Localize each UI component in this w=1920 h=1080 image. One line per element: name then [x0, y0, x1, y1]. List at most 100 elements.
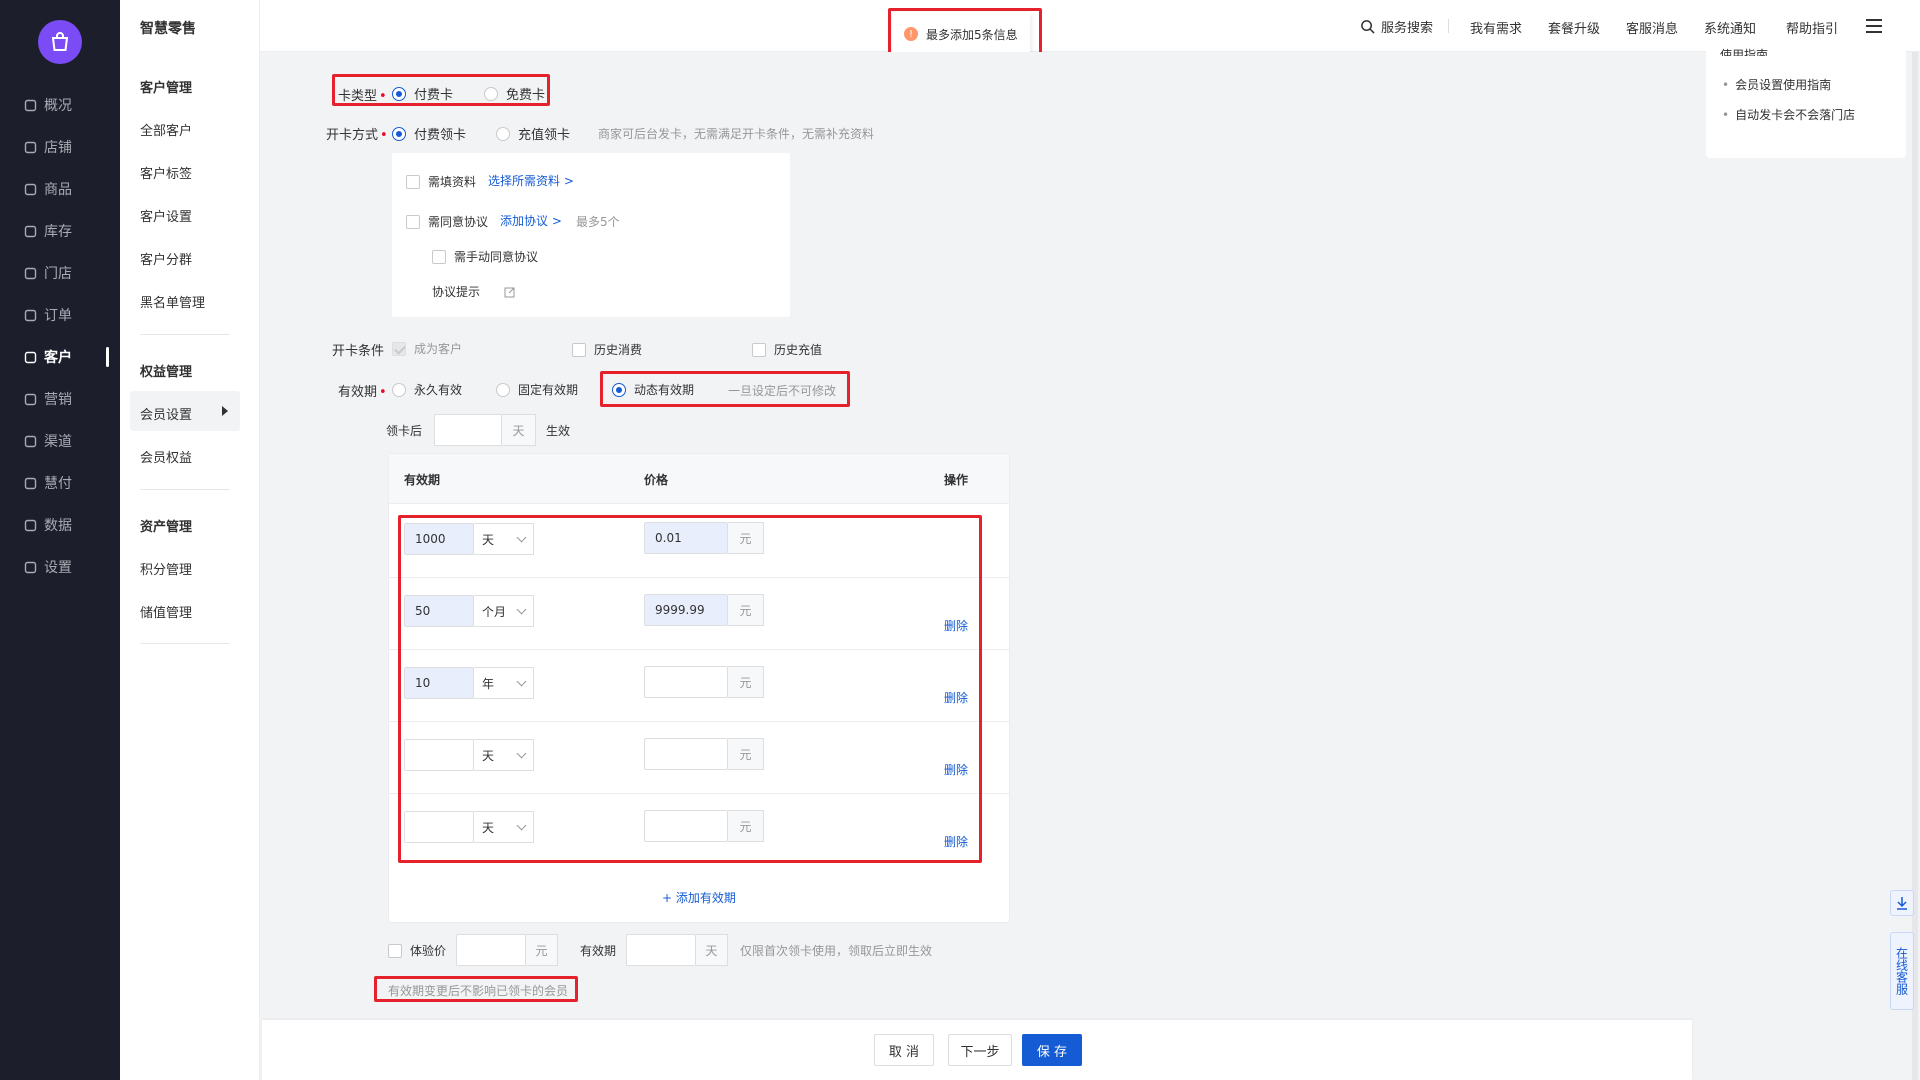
col-header-action: 操作: [944, 473, 969, 487]
caret-right-icon: [222, 406, 228, 416]
nav-item-label: 订单: [44, 308, 72, 324]
nav-item-data[interactable]: 数据: [0, 504, 120, 546]
nav-item-order[interactable]: 订单: [0, 294, 120, 336]
cond-history-spend-checkbox[interactable]: 历史消费: [572, 341, 642, 358]
nav-group-rights: 权益管理: [140, 365, 193, 380]
validity-permanent-radio[interactable]: 永久有效: [392, 381, 462, 398]
top-menu-upgrade[interactable]: 套餐升级: [1548, 18, 1600, 37]
day-addon: 天: [502, 414, 536, 446]
nav-item-member-settings[interactable]: 会员设置: [140, 404, 192, 423]
trial-period-input[interactable]: [626, 934, 696, 966]
nav-item-all-customers[interactable]: 全部客户: [140, 120, 192, 139]
nav-item-customer-segments[interactable]: 客户分群: [140, 249, 192, 268]
manual-agree-checkbox[interactable]: 需手动同意协议: [432, 248, 538, 265]
checkbox-label: 历史消费: [594, 343, 643, 357]
cancel-button[interactable]: 取 消: [874, 1034, 934, 1066]
nav-item-points[interactable]: 积分管理: [140, 559, 192, 578]
open-method-recharge-radio[interactable]: 充值领卡: [496, 124, 570, 143]
nav-item-settings[interactable]: 设置: [0, 546, 120, 588]
nav-item-inventory[interactable]: 库存: [0, 210, 120, 252]
currency-addon: 元: [526, 934, 558, 966]
validity-fixed-radio[interactable]: 固定有效期: [496, 381, 578, 398]
trial-period-label: 有效期: [580, 944, 617, 958]
validity-label: 有效期 •: [338, 385, 387, 400]
edit-icon[interactable]: [504, 286, 516, 302]
top-divider: [1448, 19, 1449, 33]
top-menu-service-msg[interactable]: 客服消息: [1626, 18, 1678, 37]
nav-item-label: 数据: [44, 518, 72, 534]
radio-unchecked-icon: [392, 382, 406, 397]
service-search[interactable]: 服务搜索: [1360, 17, 1433, 36]
checkbox-icon: [432, 249, 446, 264]
guide-link-2[interactable]: • 自动发卡会不会落门店: [1722, 106, 1855, 123]
need-agree-checkbox[interactable]: 需同意协议: [406, 213, 488, 230]
scrollbar[interactable]: [1912, 52, 1918, 1080]
highlight-box: [600, 371, 850, 407]
guide-title: 使用指南: [1720, 48, 1769, 56]
checkbox-label: 需同意协议: [428, 215, 489, 229]
radio-unchecked-icon: [496, 126, 510, 141]
store-icon: [22, 265, 38, 281]
nav-item-customer[interactable]: 客户: [0, 336, 120, 378]
max-agreements-hint: 最多5个: [576, 215, 620, 229]
nav-item-label: 门店: [44, 266, 72, 282]
nav-item-pay[interactable]: 慧付: [0, 462, 120, 504]
after-get-label: 领卡后: [386, 424, 423, 438]
nav-item-customer-tags[interactable]: 客户标签: [140, 163, 192, 182]
table-header: [389, 454, 1009, 504]
top-menu-notice[interactable]: 系统通知: [1704, 18, 1756, 37]
app-logo-icon[interactable]: [38, 20, 82, 64]
checkbox-label: 体验价: [410, 944, 447, 958]
col-header-period: 有效期: [404, 473, 441, 487]
nav-item-blacklist[interactable]: 黑名单管理: [140, 292, 205, 311]
nav-item-shop[interactable]: 店铺: [0, 126, 120, 168]
checkbox-label: 成为客户: [414, 342, 463, 356]
nav-item-goods[interactable]: 商品: [0, 168, 120, 210]
trial-checkbox[interactable]: 体验价: [388, 942, 446, 959]
nav-item-label: 概况: [44, 98, 72, 114]
goods-icon: [22, 181, 38, 197]
guide-link-1[interactable]: • 会员设置使用指南: [1722, 76, 1831, 93]
marketing-icon: [22, 391, 38, 407]
secondary-sidebar: [120, 0, 260, 1080]
nav-item-label: 商品: [44, 182, 72, 198]
nav-item-channel[interactable]: 渠道: [0, 420, 120, 462]
bullet-icon: •: [1722, 107, 1730, 122]
download-icon[interactable]: [1890, 890, 1914, 916]
active-indicator: [106, 347, 109, 367]
nav-item-stored-value[interactable]: 储值管理: [140, 602, 192, 621]
nav-item-customer-settings[interactable]: 客户设置: [140, 206, 192, 225]
open-method-paid-radio[interactable]: 付费领卡: [392, 124, 466, 143]
top-menu-help[interactable]: 帮助指引: [1786, 18, 1838, 37]
highlight-box: [398, 515, 982, 863]
next-button[interactable]: 下一步: [948, 1034, 1012, 1066]
nav-item-label: 客户: [44, 350, 72, 366]
cond-history-recharge-checkbox[interactable]: 历史充值: [752, 341, 822, 358]
checkbox-icon: [572, 342, 586, 357]
nav-item-member-rights[interactable]: 会员权益: [140, 447, 192, 466]
nav-item-label: 店铺: [44, 140, 72, 156]
radio-label: 付费领卡: [414, 128, 467, 143]
need-info-checkbox[interactable]: 需填资料: [406, 173, 476, 190]
add-period-link[interactable]: + 添加有效期: [662, 889, 736, 906]
nav-item-label: 库存: [44, 224, 72, 240]
nav-item-store[interactable]: 门店: [0, 252, 120, 294]
menu-icon[interactable]: [1866, 19, 1882, 33]
cond-customer-checkbox: 成为客户: [392, 340, 462, 357]
checkbox-icon: [752, 342, 766, 357]
nav-item-marketing[interactable]: 营销: [0, 378, 120, 420]
guide-link-text: 会员设置使用指南: [1735, 78, 1832, 92]
overview-icon: [22, 97, 38, 113]
top-menu-demand[interactable]: 我有需求: [1470, 18, 1522, 37]
effective-days-input[interactable]: [434, 414, 502, 446]
trial-price-input[interactable]: [456, 934, 526, 966]
online-service-button[interactable]: 在线客服: [1890, 932, 1914, 1010]
add-agreement-link[interactable]: 添加协议 >: [500, 212, 562, 229]
nav-divider: [140, 489, 230, 490]
bullet-icon: •: [1722, 77, 1730, 92]
nav-item-overview[interactable]: 概况: [0, 84, 120, 126]
service-search-label: 服务搜索: [1381, 21, 1434, 36]
save-button[interactable]: 保 存: [1022, 1034, 1082, 1066]
select-info-link[interactable]: 选择所需资料 >: [488, 172, 574, 189]
nav-item-label: 渠道: [44, 434, 72, 450]
